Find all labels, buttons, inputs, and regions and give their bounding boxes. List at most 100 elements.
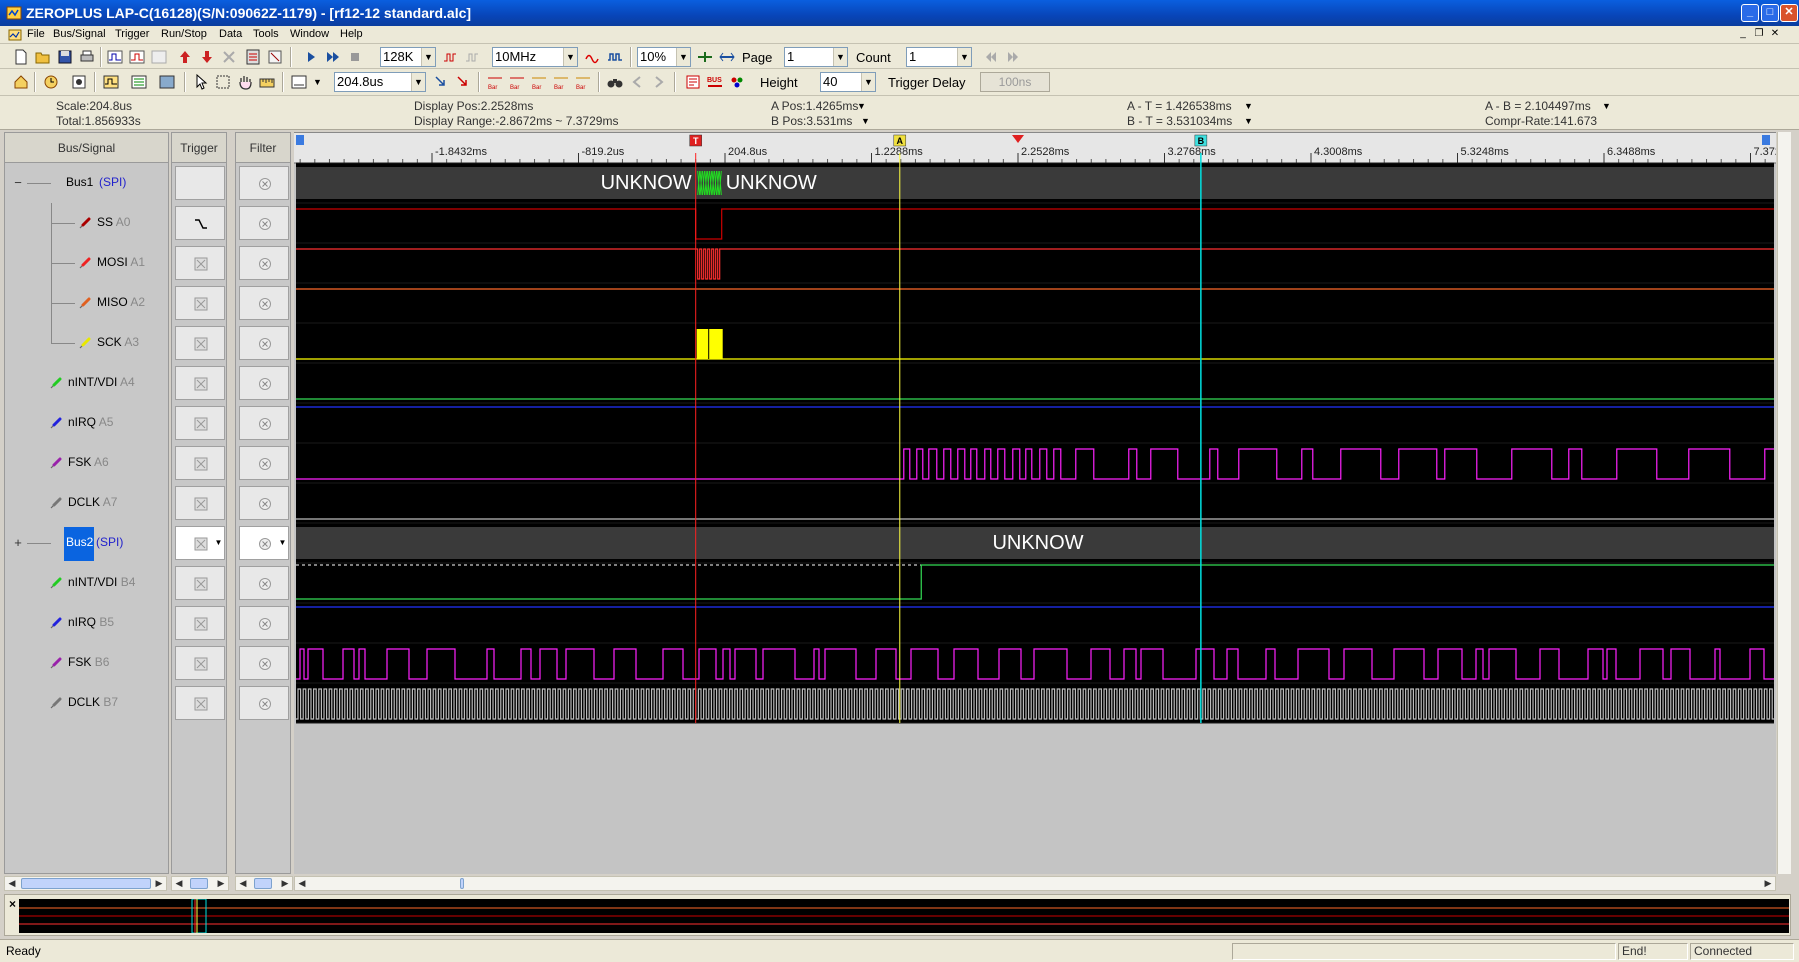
sample-rate-select[interactable]: 10MHz ▼ [492,47,578,67]
report-button[interactable] [684,73,702,91]
waveform-horizontal-scrollbar[interactable]: ◀ ▶ [294,876,1776,891]
signal-row-nint-vdi-a4[interactable]: nINT/VDI A4 [5,363,168,403]
measure-tool-button[interactable] [258,73,276,91]
home-button[interactable] [12,73,30,91]
compress-button[interactable] [442,48,460,66]
trigger-panel-scrollbar[interactable]: ◀ ▶ [171,876,229,891]
cursor-b-jump-button[interactable] [454,73,472,91]
filter-cell[interactable] [236,483,290,523]
chevron-down-icon[interactable]: ▼ [857,101,866,111]
maximize-button[interactable]: □ [1761,4,1779,22]
trigger-cell[interactable]: ▼ [172,523,226,563]
chevron-down-icon[interactable]: ▼ [861,116,870,126]
trigger-cell[interactable] [172,323,226,363]
next-page-button[interactable] [1004,48,1022,66]
chevron-down-icon[interactable]: ▼ [213,527,224,559]
filter-toggle-button[interactable] [464,48,482,66]
menu-help[interactable]: Help [340,28,363,40]
bus-cursor-5-button[interactable]: Bar [574,73,592,91]
filter-cell[interactable]: ▼ [236,523,290,563]
chevron-down-icon[interactable]: ▼ [1602,101,1611,111]
trigger-cell[interactable] [172,643,226,683]
overview-canvas[interactable] [19,898,1789,934]
trigger-cell-box[interactable] [175,246,225,280]
signal-row-fsk-a6[interactable]: FSK A6 [5,443,168,483]
chevron-down-icon[interactable]: ▼ [1244,101,1253,111]
search-next-button[interactable] [650,73,668,91]
open-file-button[interactable] [34,48,52,66]
trigger-cell-box[interactable] [175,446,225,480]
filter-cell-box[interactable] [239,206,289,240]
trigger-cell[interactable] [172,243,226,283]
run-button[interactable] [302,48,320,66]
signal-row-mosi-a1[interactable]: MOSI A1 [5,243,168,283]
scroll-right-icon[interactable]: ▶ [278,877,292,890]
zoom-out-button[interactable] [718,48,736,66]
trigger-cell-box[interactable] [175,406,225,440]
filter-cell[interactable] [236,603,290,643]
trigger-cell-box[interactable] [175,486,225,520]
zoom-in-button[interactable] [696,48,714,66]
trigger-cell-box[interactable] [175,166,225,200]
filter-cell-box[interactable]: ▼ [239,526,289,560]
trigger-cell-box[interactable] [175,606,225,640]
search-button[interactable] [606,73,624,91]
scroll-left-icon[interactable]: ◀ [172,877,186,890]
signal-row-nint-vdi-b4[interactable]: nINT/VDI B4 [5,563,168,603]
close-icon[interactable]: × [9,897,16,911]
close-button[interactable]: ✕ [1780,4,1798,22]
hand-tool-button[interactable] [236,73,254,91]
cursor-a-jump-button[interactable] [432,73,450,91]
filter-cell-box[interactable] [239,406,289,440]
menu-window[interactable]: Window [290,28,329,40]
count-select[interactable]: 1 ▼ [906,47,972,67]
timing-button[interactable] [42,73,60,91]
scale-tool-button[interactable] [290,73,308,91]
expand-icon[interactable]: + [12,536,24,549]
trigger-cell-box[interactable] [175,646,225,680]
overview-button[interactable] [158,73,176,91]
trigger-cell[interactable] [172,283,226,323]
filter-cell-box[interactable] [239,486,289,520]
copy-waveform-button[interactable] [128,48,146,66]
trigger-cell[interactable] [172,483,226,523]
list-view-button[interactable] [130,73,148,91]
waveform-canvas[interactable]: -1.8432ms -819.2us 204.8us 1.2288ms 2.2528ms… [294,133,1776,875]
filter-cell-box[interactable] [239,366,289,400]
mdi-close-button[interactable]: ✕ [1768,28,1782,41]
signal-row-dclk-a7[interactable]: DCLK A7 [5,483,168,523]
scroll-thumb[interactable] [21,878,151,889]
filter-cell[interactable] [236,643,290,683]
prev-page-button[interactable] [982,48,1000,66]
bus-cursor-3-button[interactable]: Bar [530,73,548,91]
menu-trigger[interactable]: Trigger [115,28,149,40]
run-repeat-button[interactable] [324,48,342,66]
signal-row-miso-a2[interactable]: MISO A2 [5,283,168,323]
filter-cell[interactable] [236,163,290,203]
mdi-restore-button[interactable]: ❐ [1752,28,1766,41]
waveform-area[interactable]: -1.8432ms -819.2us 204.8us 1.2288ms 2.2528ms… [294,132,1776,874]
bus-cursor-4-button[interactable]: Bar [552,73,570,91]
filter-cell-box[interactable] [239,686,289,720]
scroll-thumb[interactable] [254,878,272,889]
scroll-left-icon[interactable]: ◀ [295,877,309,890]
scroll-thumb[interactable] [460,878,464,889]
trigger-cell-box[interactable] [175,366,225,400]
trigger-cell[interactable] [172,563,226,603]
minimize-button[interactable]: _ [1741,4,1759,22]
scroll-thumb[interactable] [190,878,208,889]
chevron-down-icon[interactable]: ▼ [277,527,288,559]
filter-cell-box[interactable] [239,646,289,680]
row-height-select[interactable]: 40 ▼ [820,72,876,92]
trigger-cell-box[interactable] [175,326,225,360]
filter-cell-box[interactable] [239,166,289,200]
filter-cell[interactable] [236,563,290,603]
menu-run-stop[interactable]: Run/Stop [161,28,207,40]
signal-row-nirq-a5[interactable]: nIRQ A5 [5,403,168,443]
collapse-icon[interactable]: − [12,176,24,189]
trigger-cell-box[interactable] [175,206,225,240]
filter-cell-box[interactable] [239,566,289,600]
external-clock-button[interactable] [606,48,624,66]
filter-cell-box[interactable] [239,286,289,320]
signal-row-ss-a0[interactable]: SS A0 [5,203,168,243]
